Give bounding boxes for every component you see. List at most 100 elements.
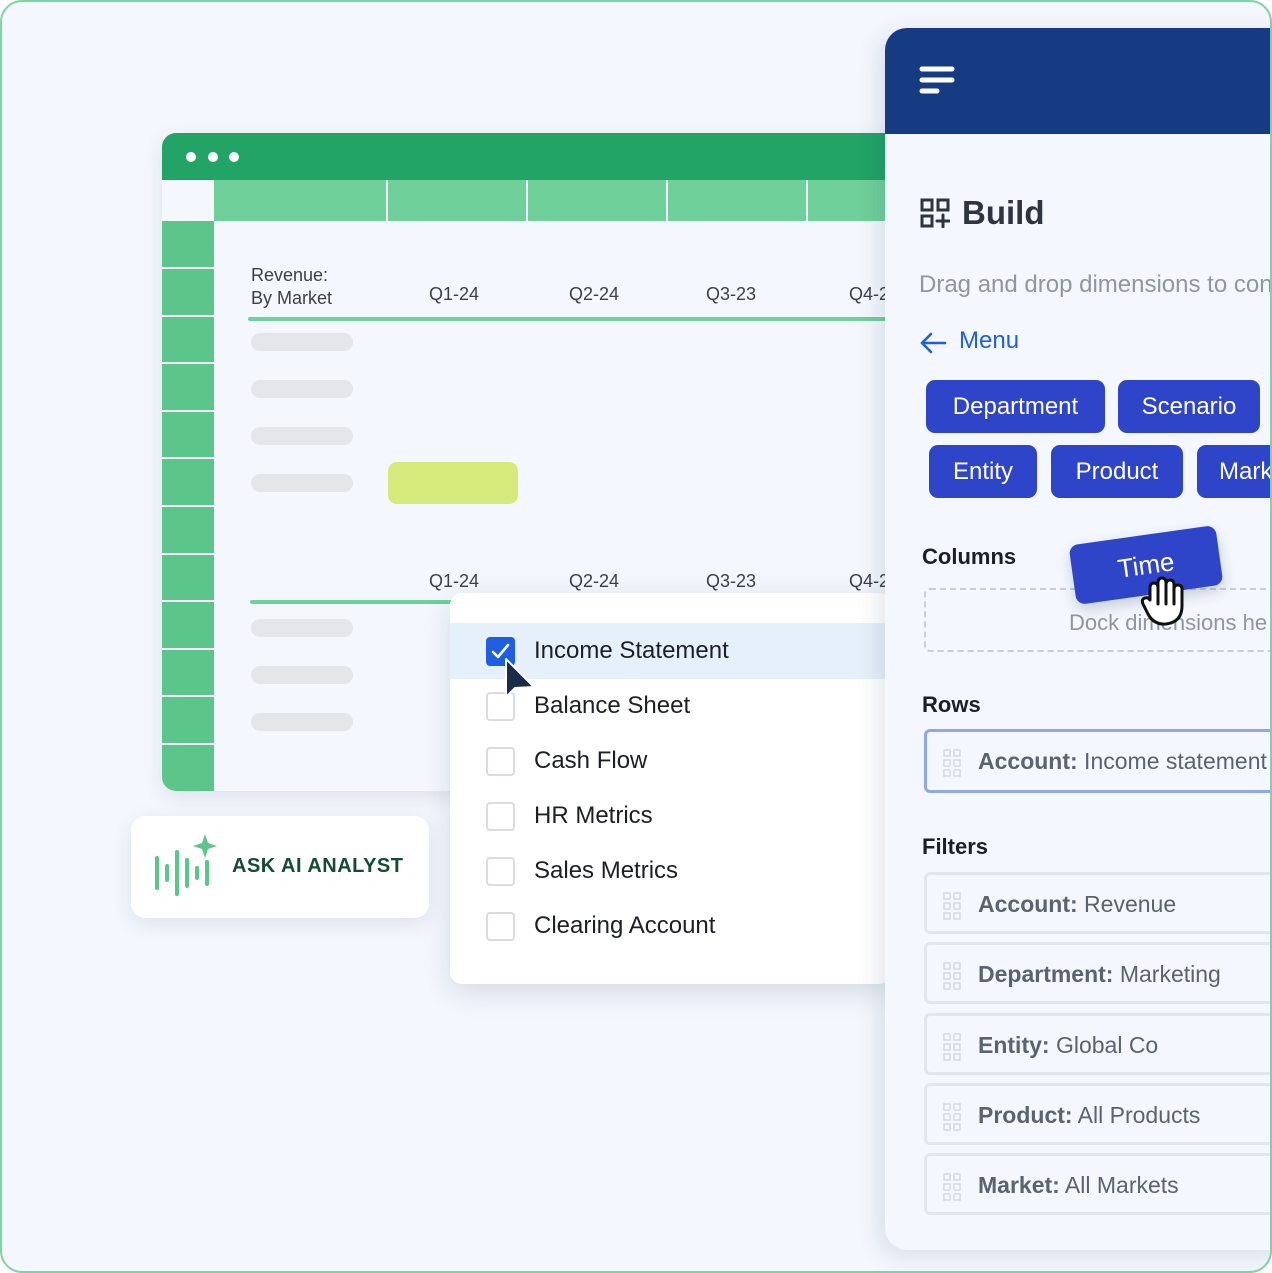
option-label: HR Metrics <box>534 802 653 829</box>
field-text: Account: Revenue <box>978 891 1176 918</box>
placeholder-row <box>251 666 353 684</box>
quarter-header: Q4-2 <box>849 571 890 591</box>
columns-label: Columns <box>922 544 1017 569</box>
field-text: Department: Marketing <box>978 961 1221 988</box>
voice-sparkle-icon <box>155 834 217 896</box>
field-value: All Markets <box>1059 1172 1179 1198</box>
dimension-chip-entity[interactable]: Entity <box>929 445 1037 498</box>
field-value: All Products <box>1072 1102 1201 1128</box>
quarter-header: Q4-2 <box>849 284 890 304</box>
field-key: Market: <box>978 1172 1060 1198</box>
row-divider <box>162 315 214 317</box>
ask-ai-analyst-button[interactable]: ASK AI ANALYST <box>131 816 429 918</box>
report-title-line: Revenue: <box>251 265 329 285</box>
drag-handle-icon[interactable] <box>941 961 963 991</box>
drag-handle-icon[interactable] <box>941 1172 963 1202</box>
option-label: Sales Metrics <box>534 857 679 884</box>
placeholder-row <box>251 427 353 445</box>
row-field-account[interactable]: Account: Income statement <box>924 729 1270 793</box>
row-divider <box>162 600 214 602</box>
row-divider <box>162 648 214 650</box>
option-label: Clearing Account <box>534 912 716 939</box>
placeholder-row <box>251 713 353 731</box>
header-underline <box>248 317 922 321</box>
sheet-corner <box>162 180 214 221</box>
row-divider <box>162 410 214 412</box>
window-dot <box>229 152 239 162</box>
drag-handle-icon[interactable] <box>941 891 963 921</box>
dimension-chip-market[interactable]: Mark <box>1197 445 1270 498</box>
quarter-header: Q2-24 <box>569 571 620 591</box>
filter-field-entity[interactable]: Entity: Global Co <box>924 1013 1270 1075</box>
filter-field-product[interactable]: Product: All Products <box>924 1083 1270 1145</box>
placeholder-row <box>251 474 353 492</box>
option-cash-flow[interactable]: Cash Flow <box>450 733 891 789</box>
panel-header <box>885 28 1270 134</box>
field-value: Global Co <box>1049 1032 1159 1058</box>
filter-field-account[interactable]: Account: Revenue <box>924 872 1270 934</box>
checkbox[interactable] <box>486 747 515 776</box>
drag-handle-icon[interactable] <box>941 1102 963 1132</box>
grab-hand-icon <box>1140 576 1184 626</box>
row-divider <box>162 457 214 459</box>
placeholder-row <box>251 380 353 398</box>
row-divider <box>162 505 214 507</box>
checkbox[interactable] <box>486 857 515 886</box>
drag-handle-icon[interactable] <box>941 1032 963 1062</box>
back-label: Menu <box>959 327 1020 354</box>
dimension-chip-product[interactable]: Product <box>1051 445 1183 498</box>
field-key: Department: <box>978 961 1114 987</box>
filter-field-department[interactable]: Department: Marketing <box>924 942 1270 1004</box>
hamburger-menu-icon[interactable] <box>919 65 955 97</box>
option-clearing-account[interactable]: Clearing Account <box>450 898 891 954</box>
highlighted-cell[interactable] <box>388 462 518 504</box>
row-divider <box>162 553 214 555</box>
dimension-chip-department[interactable]: Department <box>926 380 1105 433</box>
dimension-chip-scenario[interactable]: Scenario <box>1118 380 1260 433</box>
field-key: Account: <box>978 891 1078 917</box>
row-divider <box>162 267 214 269</box>
option-label: Balance Sheet <box>534 692 691 719</box>
field-text: Account: Income statement <box>978 748 1267 775</box>
field-key: Product: <box>978 1102 1073 1128</box>
row-divider <box>162 362 214 364</box>
checkbox[interactable] <box>486 912 515 941</box>
column-divider <box>386 180 388 221</box>
field-text: Market: All Markets <box>978 1172 1179 1199</box>
panel-title: Build <box>962 194 1045 231</box>
column-divider <box>526 180 528 221</box>
report-title: Revenue: By Market <box>251 264 332 310</box>
mouse-pointer-icon <box>505 658 535 698</box>
field-value: Income statement <box>1077 748 1267 774</box>
window-dot <box>208 152 218 162</box>
row-divider <box>162 695 214 697</box>
filters-label: Filters <box>922 834 989 859</box>
quarter-header: Q1-24 <box>429 571 480 591</box>
field-text: Product: All Products <box>978 1102 1200 1129</box>
option-sales-metrics[interactable]: Sales Metrics <box>450 843 891 899</box>
column-header-bar <box>214 180 922 221</box>
arrow-left-icon <box>920 332 947 354</box>
row-divider <box>162 743 214 745</box>
statement-dropdown: Income Statement Balance Sheet Cash Flow… <box>450 593 891 984</box>
quarter-header: Q1-24 <box>429 284 480 304</box>
field-key: Entity: <box>978 1032 1050 1058</box>
checkbox[interactable] <box>486 802 515 831</box>
window-titlebar <box>162 133 922 180</box>
option-label: Cash Flow <box>534 747 648 774</box>
window-dot <box>186 152 196 162</box>
build-panel: Build Drag and drop dimensions to con Me… <box>885 28 1270 1250</box>
drag-handle-icon[interactable] <box>941 748 963 778</box>
field-value: Revenue <box>1077 891 1177 917</box>
canvas: Revenue: By Market Q1-24 Q2-24 Q3-23 Q4-… <box>0 0 1272 1273</box>
rows-label: Rows <box>922 692 981 717</box>
column-divider <box>666 180 668 221</box>
filter-field-market[interactable]: Market: All Markets <box>924 1153 1270 1215</box>
field-key: Account: <box>978 748 1078 774</box>
report-title-line: By Market <box>251 288 333 308</box>
option-hr-metrics[interactable]: HR Metrics <box>450 788 891 844</box>
ask-ai-label: ASK AI ANALYST <box>232 855 404 877</box>
quarter-header: Q2-24 <box>569 284 620 304</box>
placeholder-row <box>251 333 353 351</box>
field-value: Marketing <box>1113 961 1221 987</box>
